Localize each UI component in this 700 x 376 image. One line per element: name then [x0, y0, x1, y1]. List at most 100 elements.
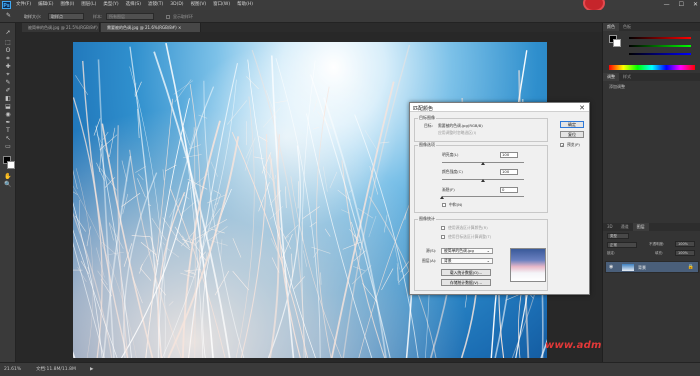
dodge-tool-icon[interactable]: ◉	[3, 111, 13, 119]
menu-edit[interactable]: 编辑(E)	[38, 0, 53, 10]
tab-styles[interactable]: 样式	[619, 73, 635, 81]
preview-checkbox[interactable]: ✓	[560, 143, 564, 148]
layer-select[interactable]: 背景 ⌄	[441, 258, 493, 264]
eyedropper-tool-icon[interactable]: ⌖	[3, 71, 13, 79]
grass-twig	[162, 169, 165, 181]
grass-stem	[341, 160, 386, 358]
healing-tool-icon[interactable]: ✚	[3, 63, 13, 71]
luminance-slider-thumb[interactable]	[481, 162, 485, 165]
tab-adjustments[interactable]: 调整	[603, 73, 619, 81]
save-statistics-button[interactable]: 存储统计数据(V)...	[441, 279, 491, 286]
chevron-down-icon: ⌄	[486, 248, 490, 253]
menu-layer[interactable]: 图层(L)	[81, 0, 96, 10]
fade-slider-thumb[interactable]	[440, 196, 444, 199]
green-slider[interactable]	[629, 45, 691, 47]
zoom-tool-icon[interactable]: 🔍	[3, 181, 13, 189]
layers-panel-tabs: 3D 通道 图层	[603, 223, 700, 231]
type-tool-icon[interactable]: T	[3, 127, 13, 135]
grass-twig	[139, 263, 143, 274]
layer-row-background[interactable]: ◉ 背景 🔒	[605, 261, 699, 273]
show-ring-label: 显示取样环	[173, 14, 193, 19]
pen-tool-icon[interactable]: ✒	[3, 119, 13, 127]
color-spectrum-bar[interactable]	[609, 65, 695, 70]
menu-3d[interactable]: 3D(D)	[170, 0, 183, 10]
sample-select[interactable]: 所有图层	[106, 13, 154, 20]
right-panel-dock: 颜色 色板 调整 样式 添加调整 3D 通道 图层 类型 正常 不透明度: 10…	[602, 23, 700, 362]
grass-stem	[330, 81, 395, 358]
menu-image[interactable]: 图像(I)	[60, 0, 74, 10]
use-source-selection-label: 使用源选区计算颜色(R)	[448, 225, 488, 230]
status-arrow-icon[interactable]: ▶	[90, 366, 93, 374]
blue-slider[interactable]	[629, 53, 691, 55]
opacity-field[interactable]: 100%	[675, 241, 695, 247]
menu-select[interactable]: 选择(S)	[126, 0, 141, 10]
neutralize-checkbox[interactable]	[442, 203, 446, 207]
menu-type[interactable]: 类型(Y)	[103, 0, 118, 10]
grass-stem	[310, 74, 391, 358]
color-bg-chip[interactable]	[613, 39, 621, 47]
clone-tool-icon[interactable]: ✐	[3, 87, 13, 95]
background-color-swatch[interactable]	[7, 161, 15, 169]
grass-twig	[274, 174, 276, 179]
grass-twig	[293, 276, 305, 289]
fade-slider[interactable]	[442, 196, 524, 197]
use-target-selection-checkbox[interactable]	[441, 235, 445, 239]
maximize-button[interactable]: ☐	[679, 0, 684, 10]
show-ring-checkbox[interactable]	[166, 15, 170, 19]
tab-layers[interactable]: 图层	[632, 223, 649, 231]
lock-label: 锁定:	[607, 251, 616, 255]
ignore-selection-label[interactable]: 应用调整时忽略选区(I)	[438, 130, 476, 135]
color-intensity-field[interactable]: 100	[500, 169, 518, 175]
luminance-field[interactable]: 100	[500, 152, 518, 158]
brush-tool-icon[interactable]: ✎	[3, 79, 13, 87]
source-select[interactable]: 被简单的色调.jpg ⌄	[441, 248, 493, 254]
path-select-tool-icon[interactable]: ↖	[3, 135, 13, 143]
blend-mode-select[interactable]: 正常	[607, 242, 637, 248]
tab-source-document[interactable]: 被简单的色调.jpg @ 21.5%(RGB/8#)	[22, 23, 100, 32]
grass-stem	[342, 44, 411, 358]
menu-view[interactable]: 视图(V)	[191, 0, 207, 10]
color-intensity-slider-thumb[interactable]	[481, 179, 485, 182]
menu-file[interactable]: 文件(F)	[16, 0, 31, 10]
sample-size-select[interactable]: 取样点	[48, 13, 84, 20]
menu-help[interactable]: 帮助(H)	[237, 0, 253, 10]
source-value: 被简单的色调.jpg	[444, 248, 474, 253]
grass-twig	[232, 238, 242, 258]
dialog-title: 匹配颜色	[413, 106, 434, 112]
ok-button[interactable]: 确定	[560, 121, 584, 128]
lasso-tool-icon[interactable]: ʘ	[3, 47, 13, 55]
crop-tool-icon[interactable]: ⌗	[3, 55, 13, 63]
zoom-level[interactable]: 21.61%	[4, 366, 21, 374]
menu-window[interactable]: 窗口(W)	[213, 0, 230, 10]
use-source-selection-checkbox[interactable]	[441, 226, 445, 230]
fill-field[interactable]: 100%	[675, 250, 695, 256]
tab-swatches[interactable]: 色板	[619, 23, 635, 31]
eyedropper-icon: ✎	[6, 12, 12, 19]
dialog-close-icon[interactable]: ✕	[579, 104, 585, 112]
close-window-button[interactable]: ✕	[693, 0, 698, 10]
grass-twig	[193, 228, 214, 241]
eraser-tool-icon[interactable]: ◧	[3, 95, 13, 103]
layer-kind-filter[interactable]: 类型	[607, 233, 629, 239]
move-tool-icon[interactable]: ➚	[3, 29, 13, 37]
tab-3d[interactable]: 3D	[603, 223, 617, 231]
tab-color[interactable]: 颜色	[603, 23, 619, 31]
menu-filter[interactable]: 滤镜(T)	[148, 0, 163, 10]
grass-stem	[235, 96, 255, 358]
gradient-tool-icon[interactable]: ⬓	[3, 103, 13, 111]
load-statistics-button[interactable]: 载入统计数据(O)...	[441, 269, 491, 276]
shape-tool-icon[interactable]: ▭	[3, 143, 13, 151]
tab-channels[interactable]: 通道	[617, 223, 633, 231]
visibility-eye-icon[interactable]: ◉	[609, 264, 613, 270]
hand-tool-icon[interactable]: ✋	[3, 173, 13, 181]
fade-field[interactable]: 0	[500, 187, 518, 193]
tab-target-document[interactable]: 需要被的色调.jpg @ 21.6%(RGB/8#) ×	[101, 23, 201, 32]
reset-button[interactable]: 复位	[560, 131, 584, 138]
grass-twig	[368, 215, 377, 238]
grass-twig	[213, 202, 219, 206]
layer-value: 背景	[444, 258, 452, 263]
minimize-button[interactable]: —	[664, 0, 670, 10]
marquee-tool-icon[interactable]: ⬚	[3, 39, 13, 47]
red-slider[interactable]	[629, 37, 691, 39]
adjustments-panel-tabs: 调整 样式	[603, 73, 700, 81]
